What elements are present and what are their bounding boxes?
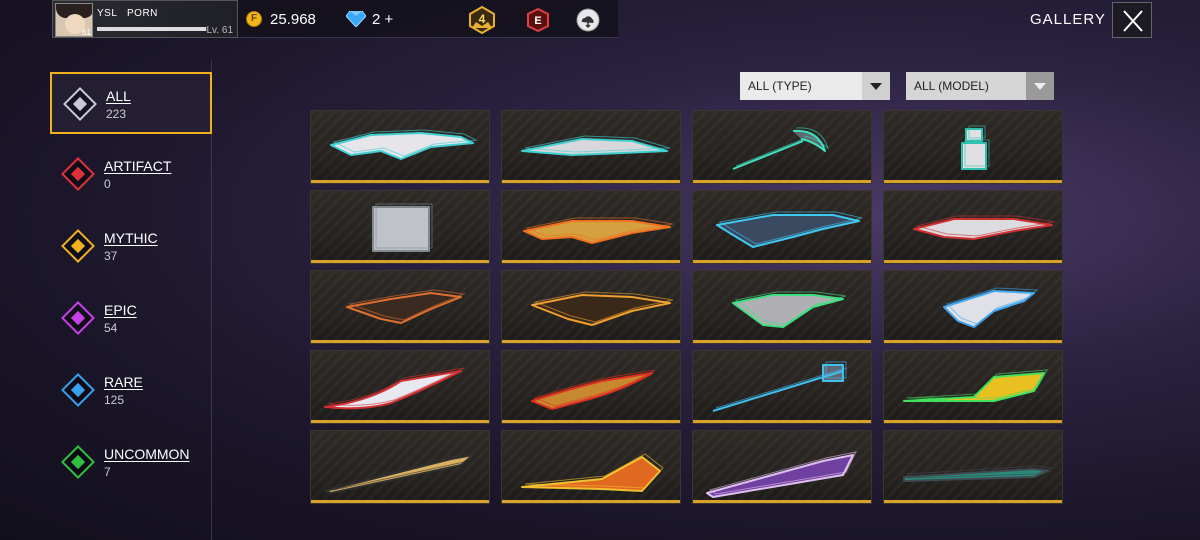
- blue-dragon-pistol-icon: [943, 287, 1039, 328]
- elite-pass-badge[interactable]: E: [526, 7, 550, 33]
- category-count: 7: [104, 465, 111, 479]
- player-name-part1: YSL: [97, 8, 118, 19]
- teal-katana-icon: [903, 465, 1053, 482]
- category-mythic[interactable]: MYTHIC 37: [50, 216, 212, 278]
- gallery-item-17[interactable]: [310, 430, 490, 504]
- top-bar: 61 YSL PORN Lv. 61 F 25.968 2 + 4 E GALL…: [0, 0, 1200, 40]
- gallery-item-3[interactable]: [692, 110, 872, 184]
- rank-badge[interactable]: 4: [468, 5, 496, 35]
- category-count: 37: [104, 249, 118, 263]
- diamond-icon: [346, 11, 366, 27]
- close-icon: [1123, 10, 1143, 32]
- golden-sniper-rifle-icon: [523, 217, 674, 244]
- rare-gem-icon: [61, 373, 95, 407]
- white-crossbow-icon: [521, 135, 671, 156]
- gallery-item-5[interactable]: [310, 190, 490, 264]
- white-red-rifle-icon: [913, 215, 1056, 240]
- cyber-assault-rifle-icon: [716, 211, 863, 248]
- gallery-item-8[interactable]: [883, 190, 1063, 264]
- neon-staff-icon: [712, 361, 847, 412]
- category-label: ARTIFACT: [104, 158, 172, 174]
- category-count: 54: [104, 321, 118, 335]
- gold-coin-icon: F: [246, 11, 262, 27]
- category-sidebar: ALL 223 ARTIFACT 0 MYTHIC 37 EPIC 54 RAR…: [0, 60, 212, 540]
- category-artifact[interactable]: ARTIFACT 0: [50, 144, 212, 206]
- category-label: UNCOMMON: [104, 446, 190, 462]
- gallery-item-13[interactable]: [310, 350, 490, 424]
- fire-dragon-blade-icon: [521, 453, 664, 492]
- gourd-bottle-icon: [961, 125, 990, 170]
- rank-crown-icon: 4: [469, 5, 495, 35]
- golden-green-axe-icon: [903, 369, 1048, 402]
- category-epic[interactable]: EPIC 54: [50, 288, 212, 350]
- type-filter-value: ALL (TYPE): [748, 79, 812, 93]
- green-energy-rifle-icon: [732, 291, 847, 328]
- close-button[interactable]: [1112, 2, 1152, 38]
- player-name-part2: PORN: [127, 8, 158, 19]
- gallery-item-6[interactable]: [501, 190, 681, 264]
- gallery-item-2[interactable]: [501, 110, 681, 184]
- scythe-icon: [732, 127, 829, 170]
- white-sniper-rifle-icon: [330, 129, 478, 160]
- gallery-item-9[interactable]: [310, 270, 490, 344]
- gallery-item-15[interactable]: [692, 350, 872, 424]
- gallery-item-1[interactable]: [310, 110, 490, 184]
- category-uncommon[interactable]: UNCOMMON 7: [50, 432, 212, 494]
- gold-coin-amount: 25.968: [270, 11, 316, 28]
- rank-number: 4: [479, 12, 486, 26]
- chevron-down-icon: [862, 72, 890, 100]
- player-level: Lv. 61: [206, 25, 234, 36]
- type-filter-dropdown[interactable]: ALL (TYPE): [740, 72, 890, 100]
- model-filter-value: ALL (MODEL): [914, 79, 989, 93]
- item-grid: [310, 110, 1064, 504]
- all-gem-icon: [63, 87, 97, 121]
- avatar-level: 61: [82, 28, 91, 37]
- xp-progress-bar: [97, 27, 207, 31]
- gallery-item-11[interactable]: [692, 270, 872, 344]
- dragon-smg-icon: [346, 289, 466, 324]
- category-count: 223: [106, 107, 127, 121]
- uncommon-gem-icon: [61, 445, 95, 479]
- gallery-item-12[interactable]: [883, 270, 1063, 344]
- gallery-item-20[interactable]: [883, 430, 1063, 504]
- cloud-badge[interactable]: [576, 8, 600, 32]
- ice-fire-blade-icon: [324, 367, 465, 410]
- category-label: RARE: [104, 374, 143, 390]
- elite-pass-icon: E: [527, 7, 549, 33]
- category-label: MYTHIC: [104, 230, 158, 246]
- gallery-item-7[interactable]: [692, 190, 872, 264]
- category-all[interactable]: ALL 223: [50, 72, 212, 134]
- player-avatar[interactable]: 61: [55, 3, 93, 37]
- mythic-gem-icon: [61, 229, 95, 263]
- golden-spear-icon: [324, 451, 478, 494]
- gallery-item-16[interactable]: [883, 350, 1063, 424]
- gallery-item-18[interactable]: [501, 430, 681, 504]
- armored-backpack-icon: [372, 203, 433, 252]
- epic-gem-icon: [61, 301, 95, 335]
- category-label: ALL: [106, 88, 131, 104]
- gallery-item-19[interactable]: [692, 430, 872, 504]
- gallery-item-14[interactable]: [501, 350, 681, 424]
- purple-bat-icon: [706, 451, 857, 498]
- currency-bar: F 25.968 2 + 4 E: [238, 0, 618, 38]
- elite-badge-letter: E: [534, 15, 541, 27]
- category-count: 0: [104, 177, 111, 191]
- cloud-icon: [576, 8, 600, 32]
- chevron-down-icon: [1026, 72, 1054, 100]
- artifact-gem-icon: [61, 157, 95, 191]
- category-count: 125: [104, 393, 125, 407]
- gallery-item-4[interactable]: [883, 110, 1063, 184]
- flame-assault-rifle-icon: [531, 291, 674, 326]
- category-rare[interactable]: RARE 125: [50, 360, 212, 422]
- diamond-amount[interactable]: 2 +: [372, 11, 393, 28]
- page-title: GALLERY: [1030, 11, 1106, 28]
- model-filter-dropdown[interactable]: ALL (MODEL): [906, 72, 1054, 100]
- golden-machete-icon: [531, 369, 656, 410]
- player-profile[interactable]: 61 YSL PORN Lv. 61: [52, 0, 238, 38]
- gallery-item-10[interactable]: [501, 270, 681, 344]
- category-label: EPIC: [104, 302, 137, 318]
